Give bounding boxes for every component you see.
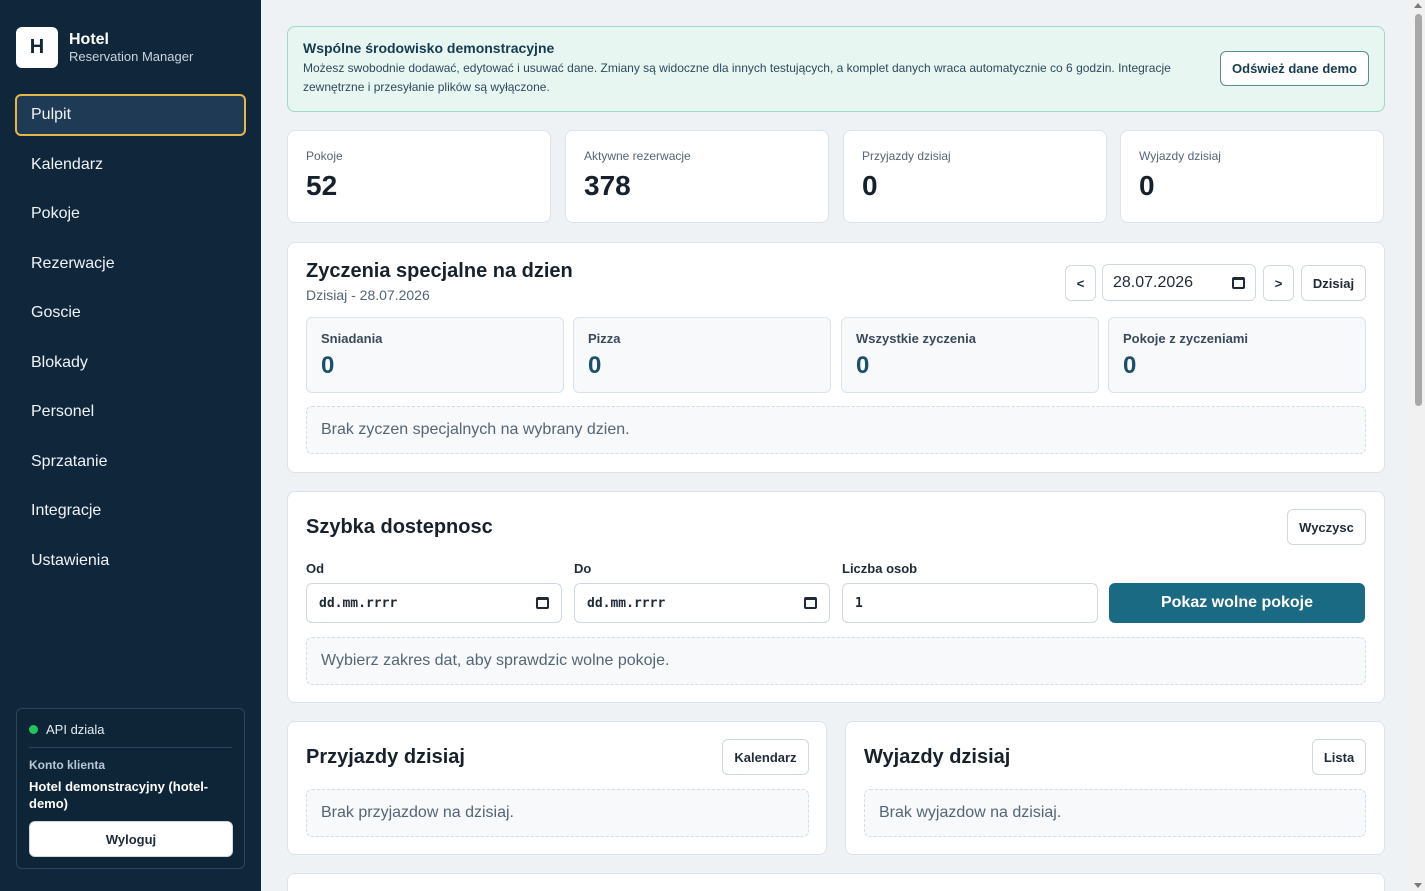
to-date-field[interactable]: dd.mm.rrrr bbox=[574, 583, 830, 623]
wish-card-pizza: Pizza 0 bbox=[573, 317, 831, 393]
wishes-date-input[interactable]: 28.07.2026 bbox=[1102, 264, 1256, 301]
guests-field[interactable]: 1 bbox=[842, 583, 1098, 623]
nav-item-rezerwacje[interactable]: Rezerwacje bbox=[15, 243, 246, 285]
account-name: Hotel demonstracyjny (hotel-demo) bbox=[29, 779, 209, 811]
availability-empty-state: Wybierz zakres dat, aby sprawdzic wolne … bbox=[306, 637, 1366, 685]
stat-label: Wyjazdy dzisiaj bbox=[1139, 149, 1221, 163]
departures-empty-state: Brak wyjazdow na dzisiaj. bbox=[864, 789, 1366, 837]
stat-card-active-reservations: Aktywne rezerwacje 378 bbox=[565, 130, 829, 223]
guests-label: Liczba osob bbox=[842, 561, 918, 576]
date-value: 28.07.2026 bbox=[1113, 273, 1194, 291]
divider bbox=[29, 747, 232, 748]
stat-label: Aktywne rezerwacje bbox=[584, 149, 691, 163]
mini-value: 0 bbox=[588, 352, 602, 379]
sidebar: H Hotel Reservation Manager Pulpit Kalen… bbox=[0, 0, 261, 891]
nav-item-blokady[interactable]: Blokady bbox=[15, 342, 246, 384]
banner-text: Możesz swobodnie dodawać, edytować i usu… bbox=[303, 61, 1171, 94]
from-label: Od bbox=[306, 561, 325, 576]
mini-value: 0 bbox=[1123, 352, 1137, 379]
calendar-icon[interactable] bbox=[804, 597, 817, 609]
prev-day-button[interactable]: < bbox=[1065, 265, 1096, 301]
from-date-field[interactable]: dd.mm.rrrr bbox=[306, 583, 562, 623]
wish-card-rooms: Pokoje z zyczeniami 0 bbox=[1108, 317, 1366, 393]
account-label: Konto klienta bbox=[29, 758, 106, 772]
clear-button[interactable]: Wyczysc bbox=[1287, 509, 1366, 545]
wishes-title: Zyczenia specjalne na dzien bbox=[306, 260, 573, 282]
nav-item-ustawienia[interactable]: Ustawienia bbox=[15, 540, 246, 582]
wishes-empty-state: Brak zyczen specjalnych na wybrany dzien… bbox=[306, 406, 1366, 454]
wish-card-breakfast: Sniadania 0 bbox=[306, 317, 564, 393]
stat-card-arrivals-today: Przyjazdy dzisiaj 0 bbox=[843, 130, 1107, 223]
brand-title: Hotel bbox=[69, 31, 109, 48]
stat-value: 52 bbox=[306, 170, 338, 201]
mini-label: Pizza bbox=[588, 331, 621, 346]
stat-value: 378 bbox=[584, 170, 631, 201]
arrivals-empty-state: Brak przyjazdow na dzisiaj. bbox=[306, 789, 809, 837]
calendar-button[interactable]: Kalendarz bbox=[722, 739, 809, 775]
account-panel: API dziala Konto klienta Hotel demonstra… bbox=[16, 708, 245, 869]
arrivals-title: Przyjazdy dzisiaj bbox=[306, 746, 465, 768]
mini-value: 0 bbox=[321, 352, 335, 379]
mini-label: Sniadania bbox=[321, 331, 383, 346]
scroll-up-icon[interactable] bbox=[1414, 3, 1422, 8]
nav-item-personel[interactable]: Personel bbox=[15, 391, 246, 433]
wishes-subtitle: Dzisiaj - 28.07.2026 bbox=[306, 287, 430, 303]
nav-item-goscie[interactable]: Goscie bbox=[15, 292, 246, 334]
to-date-placeholder: dd.mm.rrrr bbox=[587, 595, 666, 611]
api-status-text: API dziala bbox=[46, 721, 105, 737]
nav-item-kalendarz[interactable]: Kalendarz bbox=[15, 144, 246, 186]
to-label: Do bbox=[574, 561, 592, 576]
show-free-rooms-button[interactable]: Pokaz wolne pokoje bbox=[1109, 583, 1365, 623]
stat-value: 0 bbox=[862, 170, 878, 201]
brand-logo: H bbox=[16, 27, 58, 68]
sidebar-nav: Pulpit Kalendarz Pokoje Rezerwacje Gosci… bbox=[15, 94, 246, 589]
refresh-demo-button[interactable]: Odśwież dane demo bbox=[1220, 51, 1369, 86]
guests-value: 1 bbox=[855, 595, 863, 611]
next-card bbox=[287, 873, 1385, 891]
stat-value: 0 bbox=[1139, 170, 1155, 201]
mini-label: Pokoje z zyczeniami bbox=[1123, 331, 1248, 346]
calendar-icon[interactable] bbox=[536, 597, 549, 609]
banner-title: Wspólne środowisko demonstracyjne bbox=[303, 40, 555, 56]
departures-title: Wyjazdy dzisiaj bbox=[864, 746, 1011, 768]
api-status: API dziala bbox=[29, 721, 232, 737]
stat-label: Przyjazdy dzisiaj bbox=[862, 149, 951, 163]
list-button[interactable]: Lista bbox=[1312, 739, 1366, 775]
today-button[interactable]: Dzisiaj bbox=[1301, 265, 1366, 301]
from-date-placeholder: dd.mm.rrrr bbox=[319, 595, 398, 611]
next-day-button[interactable]: > bbox=[1263, 265, 1294, 301]
scrollbar-thumb[interactable] bbox=[1415, 14, 1422, 406]
availability-title: Szybka dostepnosc bbox=[306, 516, 493, 538]
mini-label: Wszystkie zyczenia bbox=[856, 331, 976, 346]
mini-value: 0 bbox=[856, 352, 870, 379]
nav-item-pulpit[interactable]: Pulpit bbox=[15, 94, 246, 136]
scrollbar[interactable] bbox=[1411, 0, 1425, 891]
brand: H Hotel Reservation Manager bbox=[16, 27, 193, 68]
stat-label: Pokoje bbox=[306, 149, 343, 163]
calendar-icon[interactable] bbox=[1232, 276, 1245, 289]
nav-item-integracje[interactable]: Integracje bbox=[15, 490, 246, 532]
logout-button[interactable]: Wyloguj bbox=[29, 821, 233, 857]
scroll-down-icon[interactable] bbox=[1414, 883, 1422, 888]
stat-card-rooms: Pokoje 52 bbox=[287, 130, 551, 223]
stat-card-departures-today: Wyjazdy dzisiaj 0 bbox=[1120, 130, 1384, 223]
wishes-header: Zyczenia specjalne na dzien Dzisiaj - 28… bbox=[306, 260, 573, 303]
nav-item-sprzatanie[interactable]: Sprzatanie bbox=[15, 441, 246, 483]
demo-banner: Wspólne środowisko demonstracyjne Możesz… bbox=[287, 26, 1385, 112]
wish-card-all: Wszystkie zyczenia 0 bbox=[841, 317, 1099, 393]
status-dot-icon bbox=[29, 724, 38, 734]
brand-subtitle: Reservation Manager bbox=[69, 49, 194, 64]
nav-item-pokoje[interactable]: Pokoje bbox=[15, 193, 246, 235]
